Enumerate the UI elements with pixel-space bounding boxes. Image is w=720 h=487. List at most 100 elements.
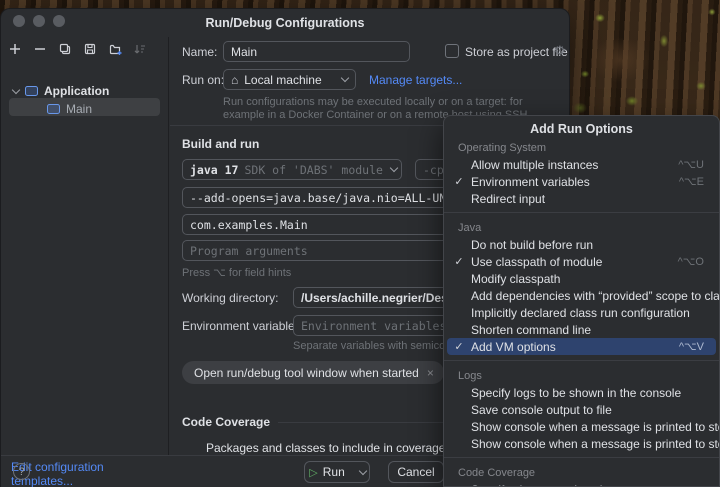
checkmark-icon: ✓ [454, 176, 464, 188]
dialog-titlebar: Run/Debug Configurations [1, 9, 569, 37]
tree-item-main-content: Main [47, 102, 92, 116]
open-tool-window-tag[interactable]: Open run/debug tool window when started … [182, 361, 444, 384]
tree-item-label: Main [66, 102, 93, 116]
dialog-title: Run/Debug Configurations [205, 16, 365, 30]
chevron-down-icon [334, 73, 350, 83]
program-arguments-placeholder: Program arguments [190, 243, 308, 258]
add-icon[interactable] [7, 41, 23, 57]
main-class-value: com.examples.Main [190, 217, 308, 232]
menu-item[interactable]: Do not build before run [447, 236, 716, 253]
menu-item-shortcut: ^⌥E [678, 176, 704, 188]
run-button[interactable]: ▷ Run [301, 462, 352, 482]
field-hints-text: Press ⌥ for field hints [182, 267, 292, 279]
name-input[interactable]: Main [223, 41, 410, 62]
checkmark-icon: ✓ [454, 256, 464, 268]
store-as-project-file-label: Store as project file [465, 45, 568, 59]
add-run-options-menu: Add Run Options Operating System Allow mu… [443, 115, 720, 487]
run-on-label: Run on: [182, 73, 225, 87]
menu-item[interactable]: Specify logs to be shown in the console [447, 384, 716, 401]
sort-icon [132, 41, 148, 57]
menu-body: Operating System Allow multiple instances… [444, 138, 719, 487]
sidebar-toolbar [7, 41, 148, 57]
menu-item-label: Shorten command line [471, 322, 592, 337]
menu-item-label: Save console output to file [471, 402, 612, 417]
close-icon[interactable]: × [427, 366, 434, 380]
menu-item-shortcut: ^⌥V [678, 341, 704, 353]
help-button[interactable]: ? [13, 463, 30, 480]
application-type-icon [47, 104, 60, 114]
tree-group-label: Application [44, 84, 110, 98]
menu-item[interactable]: Implicitly declared class run configurat… [447, 304, 716, 321]
application-type-icon [25, 86, 38, 96]
desktop-background: Run/Debug Configurations Application Mai… [0, 0, 720, 487]
menu-item[interactable]: Modify classpath [447, 270, 716, 287]
manage-targets-link[interactable]: Manage targets... [369, 73, 462, 87]
checkmark-icon: ✓ [454, 341, 464, 353]
menu-section-header: Code Coverage [458, 467, 536, 479]
menu-item-label: Do not build before run [471, 237, 594, 252]
home-icon: ⌂ [231, 72, 239, 87]
menu-item-label: Redirect input [471, 191, 546, 206]
run-on-select[interactable]: ⌂ Local machine [223, 69, 356, 90]
tag-label: Open run/debug tool window when started [194, 365, 419, 380]
menu-item-label: Allow multiple instances [471, 157, 599, 172]
menu-item[interactable]: Redirect input [447, 190, 716, 207]
menu-item-label: Specify classes and packages [471, 483, 632, 487]
menu-item-label: Specify logs to be shown in the console [471, 385, 682, 400]
menu-section-header: Java [458, 222, 482, 234]
menu-item-label: Add VM options [471, 339, 556, 354]
play-icon: ▷ [309, 466, 318, 479]
menu-item[interactable]: Shorten command line [447, 321, 716, 338]
menu-item[interactable]: ✓ Add VM options ^⌥V [447, 338, 716, 355]
menu-item[interactable]: ✓ Use classpath of module ^⌥O [447, 253, 716, 270]
run-options-chevron[interactable] [353, 462, 373, 482]
menu-item[interactable]: ✓Specify classes and packages [447, 481, 716, 487]
menu-item-label: Show console when a message is printed t… [471, 436, 720, 451]
chevron-down-icon[interactable] [11, 85, 21, 94]
cancel-button[interactable]: Cancel [388, 461, 444, 483]
cancel-label: Cancel [397, 465, 435, 479]
menu-item-label: Use classpath of module [471, 254, 603, 269]
save-icon[interactable] [82, 41, 98, 57]
gear-icon[interactable]: ⚙ [554, 43, 566, 59]
menu-item-label: Add dependencies with “provided” scope t… [471, 288, 720, 303]
run-label: Run [322, 465, 345, 479]
help-label: ? [18, 465, 25, 478]
cp-flag: -cp [423, 162, 444, 177]
new-folder-icon[interactable] [107, 41, 123, 57]
build-and-run-header: Build and run [182, 137, 260, 151]
code-coverage-header: Code Coverage [182, 415, 271, 429]
menu-item[interactable]: Show console when a message is printed t… [447, 435, 719, 452]
copy-icon[interactable] [57, 41, 73, 57]
working-directory-label: Working directory: [182, 291, 279, 305]
tree-item-main[interactable]: Main [9, 98, 160, 116]
menu-item[interactable]: Show console when a message is printed t… [447, 418, 719, 435]
run-on-value: Local machine [244, 72, 322, 87]
menu-item-label: Show console when a message is printed t… [471, 419, 720, 434]
name-value: Main [231, 44, 258, 59]
run-on-hint-line1: Run configurations may be executed local… [223, 96, 523, 108]
menu-item[interactable]: Add dependencies with “provided” scope t… [447, 287, 719, 304]
vm-options-value: --add-opens=java.base/java.nio=ALL-UNNAM… [190, 190, 481, 205]
menu-item[interactable]: ✓ Environment variables ^⌥E [447, 173, 716, 190]
menu-item-shortcut: ^⌥O [677, 256, 704, 268]
menu-item[interactable]: Save console output to file [447, 401, 716, 418]
menu-item-shortcut: ^⌥U [678, 159, 704, 171]
menu-separator [444, 457, 719, 458]
remove-icon[interactable] [32, 41, 48, 57]
menu-title: Add Run Options [530, 122, 633, 136]
tree-group-application[interactable]: Application [11, 84, 110, 98]
store-as-project-file-checkbox[interactable] [445, 44, 459, 58]
checkmark-icon: ✓ [447, 483, 471, 486]
name-label: Name: [182, 45, 218, 59]
jdk-select[interactable]: java 17 SDK of 'DABS' module [182, 159, 402, 180]
run-split-button[interactable]: ▷ Run [304, 461, 370, 483]
menu-section-header: Logs [458, 370, 482, 382]
menu-item[interactable]: Allow multiple instances ^⌥U [447, 156, 716, 173]
configurations-sidebar: Application Main Edit configuration temp… [1, 37, 169, 487]
coverage-packages-text: Packages and classes to include in cover… [206, 441, 473, 455]
menu-section-header: Operating System [458, 142, 547, 154]
chevron-down-icon [383, 163, 399, 173]
jdk-value: java 17 [190, 162, 239, 177]
environment-variables-label: Environment variables: [182, 319, 305, 333]
